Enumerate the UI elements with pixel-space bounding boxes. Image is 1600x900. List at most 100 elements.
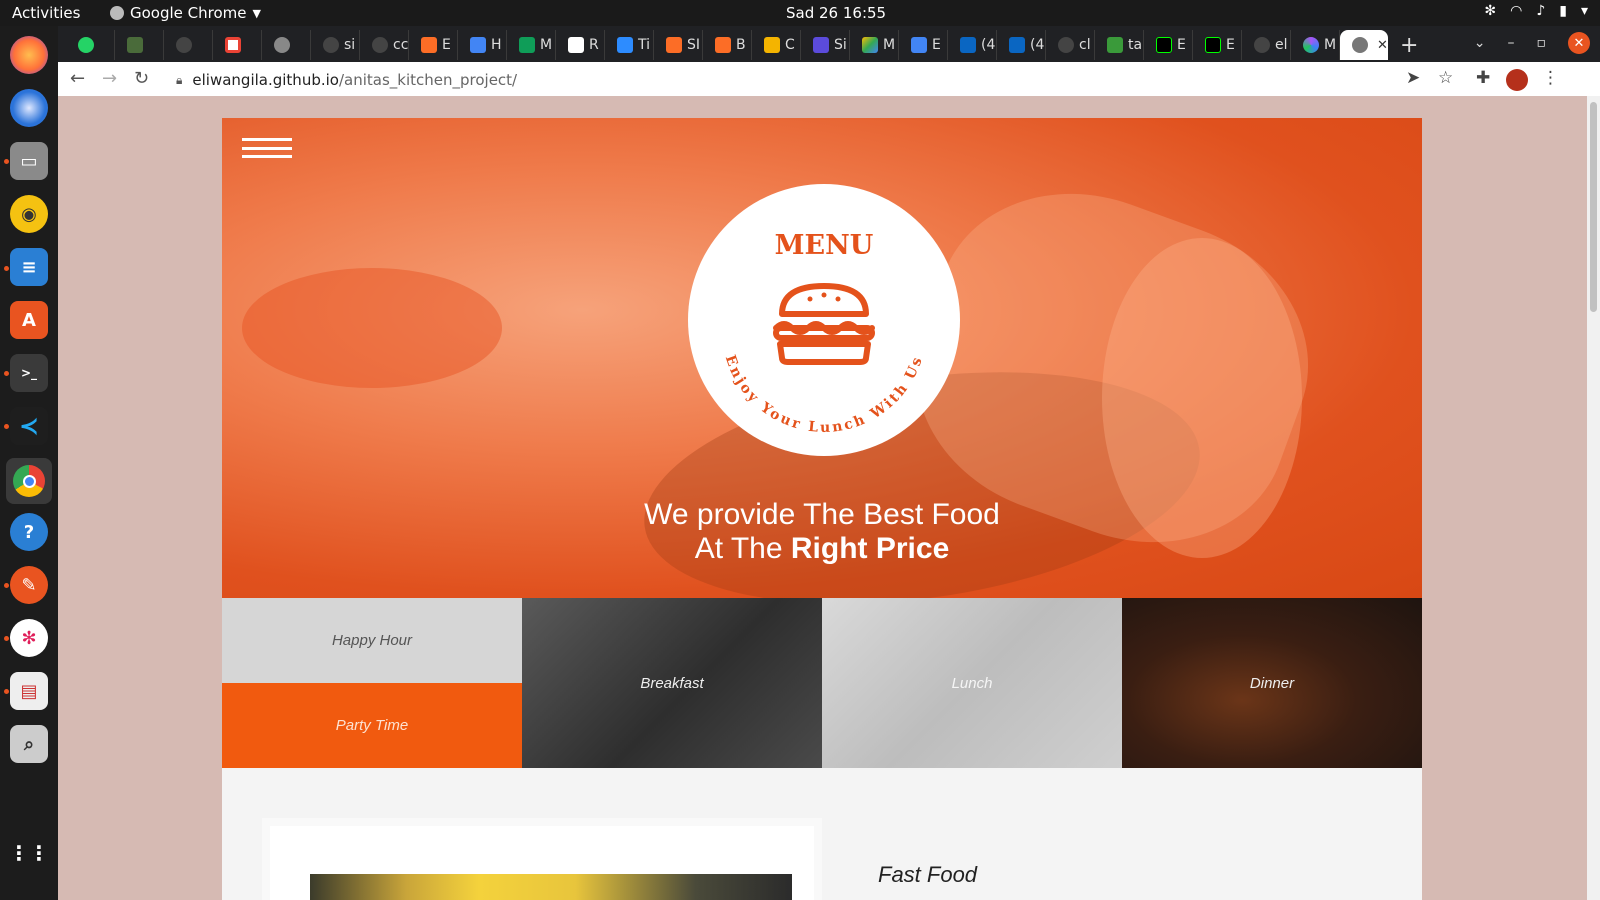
bookmark-star-icon[interactable]: ☆ (1438, 68, 1453, 88)
battery-icon[interactable]: ▮ (1559, 3, 1567, 19)
inkscape-icon[interactable]: ✎ (10, 566, 48, 604)
browser-window: si cc E H M R Ti SI B C Si M E (4 (4 cl … (58, 26, 1600, 98)
badge-arc-text: Enjoy Your Lunch With Us (722, 353, 927, 436)
window-controls: ⌄ – ▫ ✕ (1474, 32, 1590, 54)
browser-tab[interactable]: M (1291, 30, 1340, 60)
food-image (310, 874, 792, 900)
extensions-icon[interactable]: ✚ (1476, 68, 1490, 88)
gitlab-icon (715, 37, 731, 53)
menu-kebab-icon[interactable]: ⋮ (1542, 68, 1559, 88)
browser-tab[interactable]: ta (1095, 30, 1144, 60)
browser-tab[interactable]: (4 (997, 30, 1046, 60)
browser-tab[interactable]: Si (801, 30, 850, 60)
browser-tab[interactable] (66, 30, 115, 60)
tab-search-icon[interactable]: ⌄ (1474, 35, 1486, 51)
whatsapp-icon (78, 37, 94, 53)
browser-tab[interactable]: el (1242, 30, 1291, 60)
close-tab-icon[interactable]: ✕ (1377, 38, 1388, 53)
lock-icon[interactable]: 🔒︎ (176, 73, 182, 88)
browser-tab[interactable]: M (507, 30, 556, 60)
browser-tab[interactable]: H (458, 30, 507, 60)
browser-tab[interactable]: E (409, 30, 458, 60)
scrollbar-thumb[interactable] (1590, 102, 1597, 312)
browser-tab[interactable] (213, 30, 262, 60)
browser-tab[interactable]: B (703, 30, 752, 60)
system-tray[interactable]: ✻ ◠ ♪ ▮ ▾ (1484, 3, 1588, 19)
browser-tab[interactable]: cl (1046, 30, 1095, 60)
chrome-icon[interactable] (6, 458, 52, 504)
browser-tab[interactable] (164, 30, 213, 60)
document-viewer-icon[interactable]: ▤ (10, 672, 48, 710)
tile-happy-hour[interactable]: Happy Hour (222, 598, 522, 683)
browser-tab[interactable]: C (752, 30, 801, 60)
plant-icon (127, 37, 143, 53)
hamburger-menu-icon[interactable] (242, 138, 292, 158)
browser-tab[interactable]: si (311, 30, 360, 60)
tab-strip: si cc E H M R Ti SI B C Si M E (4 (4 cl … (66, 29, 1418, 61)
google-icon (225, 37, 241, 53)
power-menu-icon[interactable]: ▾ (1581, 3, 1588, 19)
send-icon[interactable]: ➤ (1406, 68, 1420, 88)
address-bar[interactable]: 🔒︎ eliwangila.github.io/anitas_kitchen_p… (166, 66, 1456, 94)
tile-breakfast[interactable]: Breakfast (522, 598, 822, 768)
app-menu[interactable]: Google Chrome ▼ (110, 4, 261, 22)
app-name: Google Chrome (130, 4, 247, 22)
new-tab-button[interactable]: + (1400, 33, 1418, 58)
code-icon (568, 37, 584, 53)
dock: ▭ ◉ ≡ A >_ ≺ ? ✎ ✻ ▤ ⌕ ⋮⋮ (0, 26, 58, 900)
apps-grid-icon[interactable]: ⋮⋮ (9, 834, 49, 872)
browser-tab[interactable]: Ti (605, 30, 654, 60)
tile-dinner[interactable]: Dinner (1122, 598, 1422, 768)
browser-tab[interactable]: cc (360, 30, 409, 60)
activities-button[interactable]: Activities (12, 4, 80, 22)
files-icon[interactable]: ▭ (10, 142, 48, 180)
sheets-icon (519, 37, 535, 53)
zoom-icon (617, 37, 633, 53)
feather-icon (1107, 37, 1123, 53)
food-card (262, 818, 822, 900)
profile-avatar[interactable] (1506, 69, 1528, 96)
close-window-button[interactable]: ✕ (1568, 32, 1590, 54)
minimize-button[interactable]: – (1508, 35, 1515, 51)
browser-tab[interactable]: (4 (948, 30, 997, 60)
tile-lunch[interactable]: Lunch (822, 598, 1122, 768)
browser-tab[interactable]: M (850, 30, 899, 60)
section-title-fast-food: Fast Food (878, 862, 978, 887)
back-button[interactable]: ← (70, 68, 85, 89)
docs-icon (911, 37, 927, 53)
wifi-icon[interactable]: ◠ (1510, 3, 1522, 19)
thunderbird-icon[interactable] (10, 89, 48, 127)
restore-button[interactable]: ▫ (1537, 35, 1547, 51)
forward-button[interactable]: → (102, 68, 117, 89)
slides-icon (764, 37, 780, 53)
firefox-icon[interactable] (10, 36, 48, 74)
chevron-down-icon: ▼ (252, 6, 261, 20)
hero-section: MENU Enjoy Your Lunch With Us We provide… (222, 118, 1422, 598)
github-icon (323, 37, 339, 53)
browser-tab[interactable]: E (899, 30, 948, 60)
badge-graphic: Enjoy Your Lunch With Us (722, 283, 927, 436)
rhythmbox-icon[interactable]: ◉ (10, 195, 48, 233)
browser-tab[interactable]: E (1144, 30, 1193, 60)
terminal-icon[interactable]: >_ (10, 354, 48, 392)
site-container: MENU Enjoy Your Lunch With Us We provide… (222, 118, 1422, 900)
browser-tab[interactable]: SI (654, 30, 703, 60)
clock[interactable]: Sad 26 16:55 (786, 4, 886, 22)
volume-icon[interactable]: ♪ (1536, 3, 1545, 19)
browser-tab[interactable] (262, 30, 311, 60)
page-scrollbar[interactable] (1587, 96, 1600, 900)
magnifier-icon[interactable]: ⌕ (10, 725, 48, 763)
browser-tab-active[interactable]: ✕ (1340, 30, 1388, 60)
browser-tab[interactable]: R (556, 30, 605, 60)
slack-tray-icon[interactable]: ✻ (1484, 3, 1496, 19)
software-icon[interactable]: A (10, 301, 48, 339)
vscode-icon[interactable]: ≺ (10, 407, 48, 445)
writer-icon[interactable]: ≡ (10, 248, 48, 286)
browser-tab[interactable]: E (1193, 30, 1242, 60)
slack-icon[interactable]: ✻ (10, 619, 48, 657)
browser-tab[interactable] (115, 30, 164, 60)
help-icon[interactable]: ? (10, 513, 48, 551)
tile-party-time[interactable]: Party Time (222, 683, 522, 768)
linkedin-icon (1009, 37, 1025, 53)
reload-button[interactable]: ↻ (134, 68, 149, 89)
